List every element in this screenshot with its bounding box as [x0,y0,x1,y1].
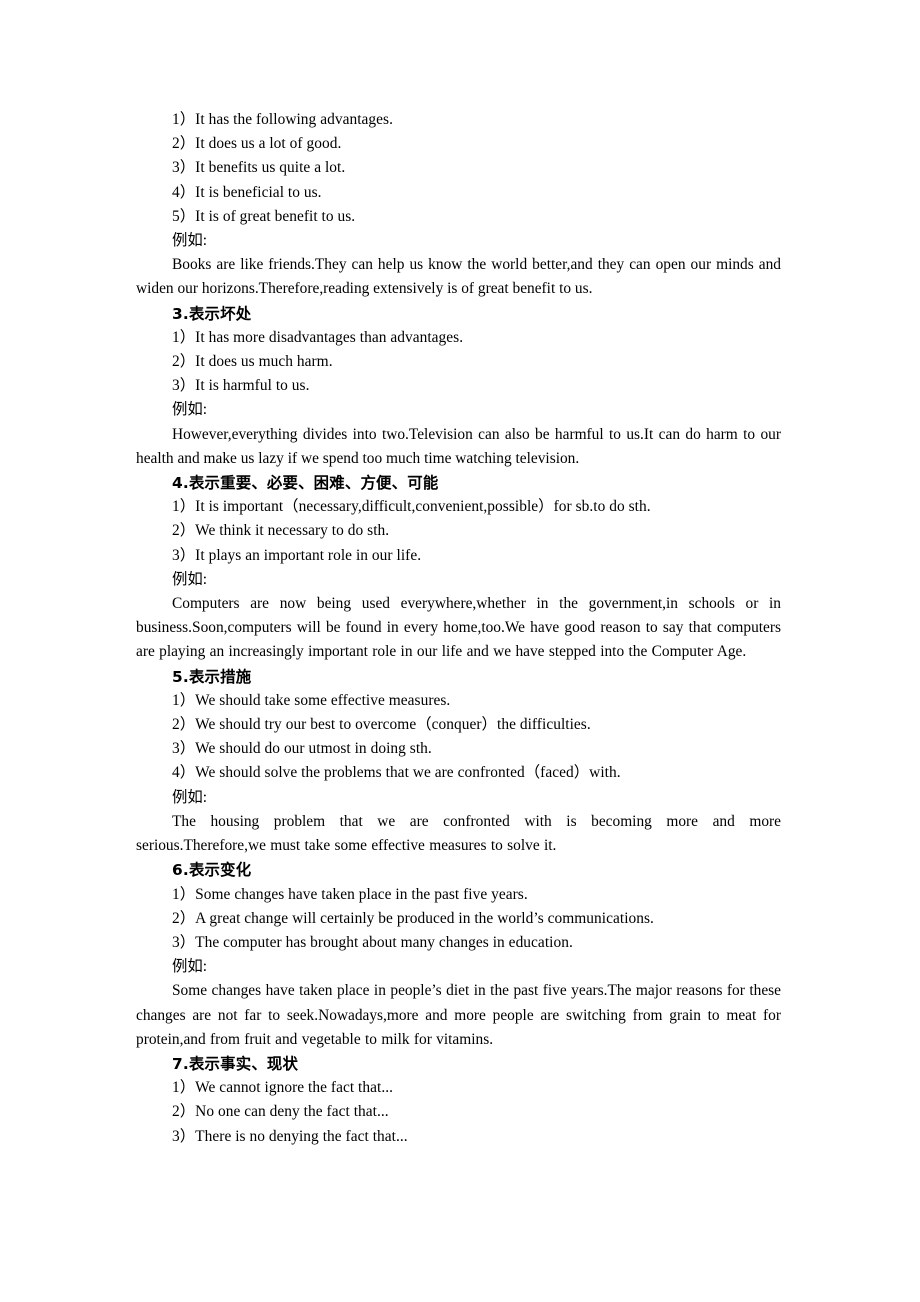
example-label: 例如: [172,570,208,588]
list-item: 3）We should do our utmost in doing sth. [172,740,432,758]
list-item: 1）It is important（necessary,difficult,co… [172,498,651,516]
list-item: 5）It is of great benefit to us. [172,207,356,225]
list-item: 1）It has more disadvantages than advanta… [172,328,464,346]
list-item: 4）We should solve the problems that we a… [172,764,621,782]
list-item: 3）It plays an important role in our life… [172,546,422,564]
list-item: 1）It has the following advantages. [172,111,393,128]
example-label: 例如: [172,958,208,976]
section-heading: 4.表示重要、必要、困难、方便、可能 [172,474,439,493]
example-label: 例如: [172,232,208,250]
list-item: 3）The computer has brought about many ch… [172,933,573,951]
section-heading: 3.表示坏处 [172,304,252,323]
section-heading: 7.表示事实、现状 [172,1054,299,1073]
section-heading: 6.表示变化 [172,861,252,880]
list-item: 3）It benefits us quite a lot. [172,159,346,177]
example-paragraph: The housing problem that we are confront… [136,812,781,855]
list-item: 2）It does us much harm. [172,353,333,371]
list-item: 4）It is beneficial to us. [172,183,322,201]
document-page: 1）It has the following advantages. 2）It d… [0,0,920,1302]
list-item: 1）We cannot ignore the fact that... [172,1079,394,1097]
example-paragraph: Books are like friends.They can help us … [136,256,781,298]
example-label: 例如: [172,788,208,806]
list-item: 2）We should try our best to overcome（con… [172,716,591,734]
list-item: 2）A great change will certainly be produ… [172,909,654,927]
example-paragraph: Computers are now being used everywhere,… [136,595,781,661]
list-item: 2）We think it necessary to do sth. [172,522,390,540]
section-heading: 5.表示措施 [172,667,252,686]
list-item: 3）It is harmful to us. [172,377,310,395]
list-item: 1）We should take some effective measures… [172,691,451,709]
document-body: 1）It has the following advantages. 2）It d… [136,108,781,1149]
list-item: 3）There is no denying the fact that... [172,1127,408,1145]
list-item: 1）Some changes have taken place in the p… [172,885,528,903]
list-item: 2）No one can deny the fact that... [172,1103,389,1121]
list-item: 2）It does us a lot of good. [172,135,342,153]
example-paragraph: However,everything divides into two.Tele… [136,425,781,467]
example-label: 例如: [172,401,208,419]
example-paragraph: Some changes have taken place in people’… [136,982,781,1048]
